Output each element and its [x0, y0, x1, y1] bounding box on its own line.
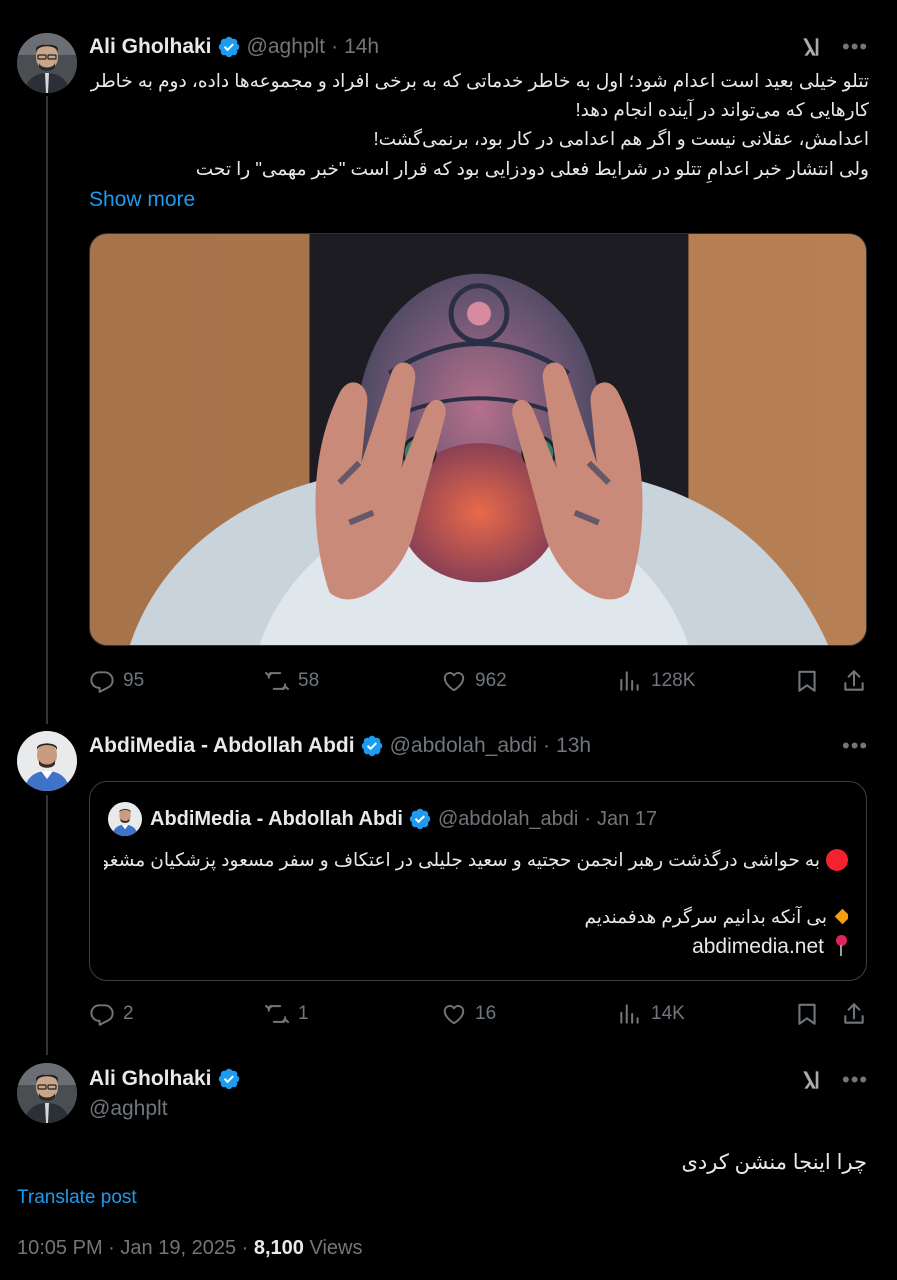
post-date[interactable]: Jan 19, 2025	[120, 1237, 236, 1259]
share-button[interactable]	[841, 666, 867, 696]
avatar[interactable]	[17, 731, 77, 791]
quoted-avatar	[108, 802, 142, 836]
quoted-post[interactable]: AbdiMedia - Abdollah Abdi @abdolah_abdi …	[89, 781, 867, 981]
post-text-line: اعدامش، عقلانی نیست و اگر هم اعدامی در ک…	[373, 128, 869, 149]
tattooed-man-photo	[90, 234, 866, 645]
quoted-header: AbdiMedia - Abdollah Abdi @abdolah_abdi …	[150, 807, 657, 831]
quoted-author-handle: @abdolah_abdi	[437, 807, 579, 830]
quoted-link-line: abdimedia.net	[104, 933, 848, 962]
quoted-text-line: به حواشی درگذشت رهبر انجمن حجتیه و سعید …	[104, 846, 848, 875]
more-options-button[interactable]: •••	[842, 36, 868, 58]
red-circle-icon	[826, 849, 848, 871]
views-chart-icon	[617, 1001, 643, 1027]
reply-button[interactable]: 95	[89, 666, 144, 696]
quoted-post-date: Jan 17	[597, 807, 658, 830]
heart-icon	[441, 1001, 467, 1027]
bookmark-button[interactable]	[794, 666, 820, 696]
orange-diamond-icon	[834, 908, 848, 925]
like-button[interactable]: 962	[441, 666, 507, 696]
quoted-text-2: بی آنکه بدانیم سرگرم هدفمندیم	[584, 906, 827, 927]
author-handle[interactable]: @aghplt	[89, 1097, 168, 1121]
thread-connector-line	[46, 795, 48, 1055]
translate-post-link[interactable]: Translate post	[17, 1187, 137, 1209]
dot-separator: ·	[584, 807, 592, 830]
dot-separator: ·	[241, 1237, 249, 1259]
views-button[interactable]: 128K	[617, 666, 695, 696]
author-handle[interactable]: @aghplt	[247, 35, 326, 59]
views-count: 128K	[651, 670, 696, 691]
round-pushpin-icon	[834, 935, 848, 957]
heart-icon	[441, 668, 467, 694]
avatar-image	[17, 33, 77, 93]
post-meta: 10:05 PM · Jan 19, 2025 · 8,100 Views	[17, 1237, 362, 1260]
author-name[interactable]: Ali Gholhaki	[89, 35, 212, 59]
grok-icon[interactable]	[800, 1067, 826, 1093]
quoted-text-line: بی آنکه بدانیم سرگرم هدفمندیم	[104, 903, 848, 932]
views-count: 14K	[651, 1003, 685, 1024]
author-name-row: Ali Gholhaki	[89, 1067, 247, 1091]
quoted-author-name: AbdiMedia - Abdollah Abdi	[150, 807, 403, 830]
post-actions: 95 58 962 128K	[89, 666, 869, 696]
author-name[interactable]: Ali Gholhaki	[89, 1067, 212, 1091]
author-name[interactable]: AbdiMedia - Abdollah Abdi	[89, 734, 355, 758]
avatar-image	[108, 802, 142, 836]
reply-icon	[89, 668, 115, 694]
avatar[interactable]	[17, 33, 77, 93]
views-button[interactable]: 14K	[617, 999, 685, 1029]
repost-button[interactable]: 1	[264, 999, 309, 1029]
post-text-line: تتلو خیلی بعید است اعدام شود؛ اول به خاط…	[90, 70, 869, 91]
reply-count: 95	[123, 670, 145, 691]
verified-badge-icon	[217, 1067, 241, 1091]
verified-badge-icon	[217, 35, 241, 59]
avatar[interactable]	[17, 1063, 77, 1123]
like-count: 16	[475, 1003, 497, 1024]
reply-count: 2	[123, 1003, 134, 1024]
verified-badge-icon	[360, 734, 384, 758]
repost-icon	[264, 1001, 290, 1027]
author-handle[interactable]: @abdolah_abdi	[390, 734, 537, 758]
bookmark-icon	[794, 1001, 820, 1027]
thread-connector-line	[46, 96, 48, 724]
share-icon	[841, 668, 867, 694]
verified-badge-icon	[408, 807, 432, 831]
dot-separator: ·	[543, 734, 551, 757]
like-button[interactable]: 16	[441, 999, 496, 1029]
grok-icon[interactable]	[800, 34, 826, 60]
post-time[interactable]: 13h	[556, 734, 591, 758]
share-icon	[841, 1001, 867, 1027]
like-count: 962	[475, 670, 507, 691]
avatar-image	[17, 731, 77, 791]
dot-separator: ·	[331, 35, 339, 58]
post-text-line: ولی انتشار خبر اعدامِ تتلو در شرایط فعلی…	[195, 158, 869, 179]
post-image[interactable]	[89, 233, 867, 646]
reply-icon	[89, 1001, 115, 1027]
repost-count: 58	[298, 670, 320, 691]
repost-count: 1	[298, 1003, 309, 1024]
tweet-header: AbdiMedia - Abdollah Abdi @abdolah_abdi …	[89, 734, 591, 758]
bookmark-icon	[794, 668, 820, 694]
author-handle-row: @aghplt	[89, 1097, 168, 1121]
repost-button[interactable]: 58	[264, 666, 319, 696]
post-actions: 2 1 16 14K	[89, 999, 869, 1029]
post-text: چرا اینجا منشن کردی	[681, 1151, 867, 1174]
bookmark-button[interactable]	[794, 999, 820, 1029]
show-more-link[interactable]: Show more	[89, 188, 195, 212]
tweet-header: Ali Gholhaki @aghplt · 14h	[89, 35, 379, 59]
post-time[interactable]: 10:05 PM	[17, 1237, 103, 1259]
views-count: 8,100	[253, 1237, 304, 1259]
reply-button[interactable]: 2	[89, 999, 134, 1029]
avatar-image	[17, 1063, 77, 1123]
post-time[interactable]: 14h	[344, 35, 379, 59]
views-chart-icon	[617, 668, 643, 694]
quoted-text-1: به حواشی درگذشت رهبر انجمن حجتیه و سعید …	[104, 849, 820, 870]
dot-separator: ·	[108, 1237, 115, 1259]
views-label: Views	[309, 1237, 363, 1259]
share-button[interactable]	[841, 999, 867, 1029]
repost-icon	[264, 668, 290, 694]
post-text-line: کارهایی که می‌تواند در آینده انجام دهد!	[575, 99, 869, 120]
quoted-link[interactable]: abdimedia.net	[692, 935, 824, 958]
more-options-button[interactable]: •••	[842, 1069, 868, 1091]
more-options-button[interactable]: •••	[842, 735, 868, 757]
